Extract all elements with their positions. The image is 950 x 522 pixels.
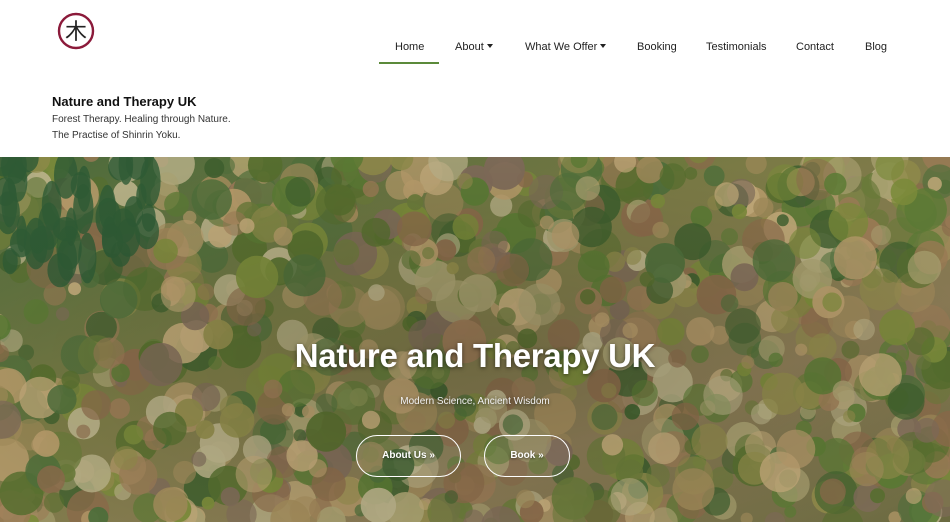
nav-booking[interactable]: Booking: [637, 41, 677, 53]
nav-blog[interactable]: Blog: [865, 41, 887, 53]
site-tagline-line-1: Forest Therapy. Healing through Nature.: [52, 114, 231, 125]
nav-about-label: About: [455, 41, 484, 53]
chevron-down-icon: [486, 44, 493, 49]
nav-what-we-offer[interactable]: What We Offer: [525, 41, 607, 53]
nav-active-indicator: [379, 62, 439, 64]
site-header: 木 Home About What We Offer Booking Testi…: [0, 0, 950, 157]
tree-kanji-logo-icon: 木: [57, 12, 95, 50]
hero-title: Nature and Therapy UK: [294, 337, 656, 374]
hero-subtitle: Modern Science, Ancient Wisdom: [400, 396, 550, 407]
nav-what-we-offer-label: What We Offer: [525, 41, 598, 53]
nav-testimonials[interactable]: Testimonials: [706, 41, 767, 53]
site-title[interactable]: Nature and Therapy UK: [52, 94, 196, 109]
book-button[interactable]: Book »: [484, 435, 570, 477]
about-us-button[interactable]: About Us »: [356, 435, 461, 477]
chevron-down-icon: [600, 44, 607, 49]
nav-about[interactable]: About: [455, 41, 493, 53]
site-logo[interactable]: 木: [57, 12, 95, 50]
nav-home[interactable]: Home: [395, 41, 424, 53]
svg-text:木: 木: [65, 20, 87, 45]
nav-contact[interactable]: Contact: [796, 41, 834, 53]
site-tagline-line-2: The Practise of Shinrin Yoku.: [52, 130, 181, 141]
